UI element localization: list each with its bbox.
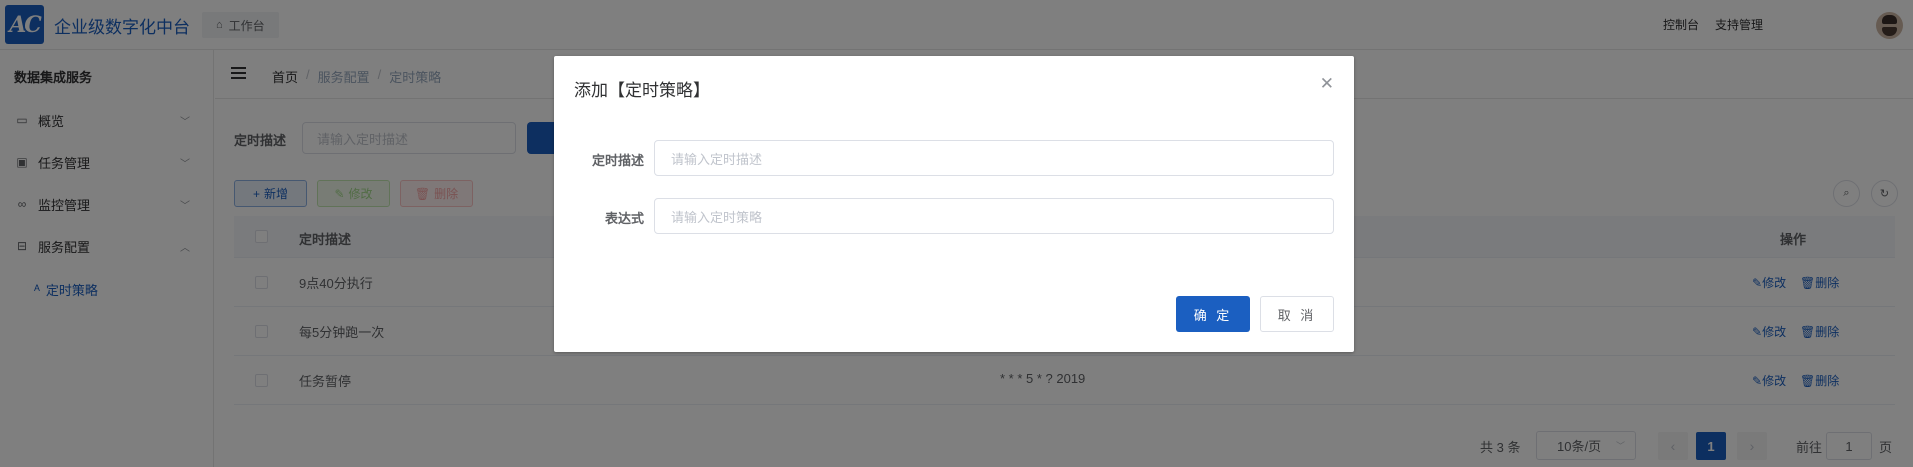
add-strategy-dialog: 添加【定时策略】 ✕ 定时描述 请输入定时描述 表达式 请输入定时策略 确 定 … <box>554 56 1354 352</box>
desc-field[interactable]: 请输入定时描述 <box>654 140 1334 176</box>
dialog-title: 添加【定时策略】 <box>574 81 710 100</box>
cancel-button[interactable]: 取 消 <box>1260 296 1334 332</box>
field-label-expr: 表达式 <box>604 211 644 226</box>
confirm-button[interactable]: 确 定 <box>1176 296 1250 332</box>
expr-field[interactable]: 请输入定时策略 <box>654 198 1334 234</box>
close-icon[interactable]: ✕ <box>1320 74 1334 94</box>
field-label-desc: 定时描述 <box>591 153 644 168</box>
